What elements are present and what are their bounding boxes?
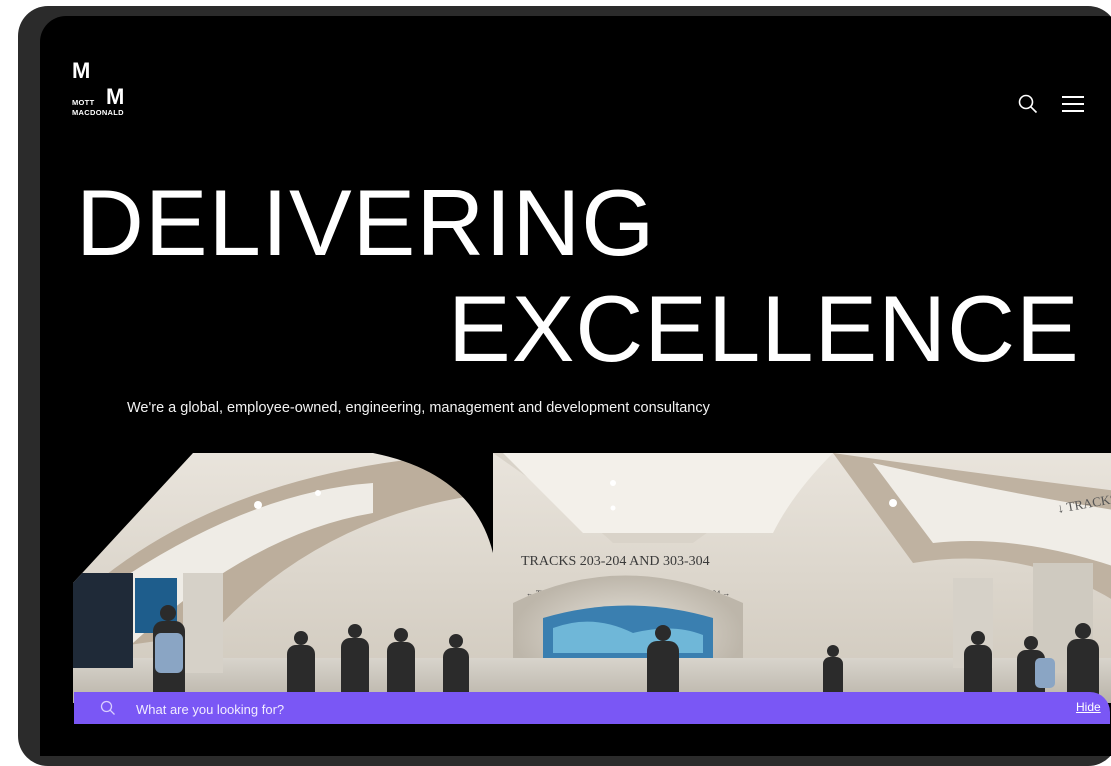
hamburger-menu-icon[interactable] — [1062, 96, 1086, 114]
search-input[interactable] — [134, 698, 1038, 720]
hide-search-link[interactable]: Hide — [1076, 700, 1101, 714]
hero-image: TRACKS 203-204 AND 303-304 ← TRACKS 203-… — [73, 453, 1111, 703]
search-bar-search-icon — [100, 700, 116, 716]
logo-letter-top: M — [72, 58, 91, 83]
device-frame: M M MOTT MACDONALD DELIVERING EXCELLENCE… — [18, 6, 1111, 766]
search-bar: Hide — [74, 692, 1110, 724]
hero-headline-line2: EXCELLENCE — [448, 276, 1080, 381]
hero-subtitle: We're a global, employee-owned, engineer… — [127, 400, 710, 416]
logo-word-mott: MOTT — [72, 98, 95, 107]
sign-main: TRACKS 203-204 AND 303-304 — [521, 554, 710, 569]
logo-letter-bottom: M — [106, 84, 125, 109]
hero-headline-line1: DELIVERING — [76, 170, 656, 275]
search-icon[interactable] — [1018, 94, 1038, 114]
logo-word-macdonald: MACDONALD — [72, 108, 124, 117]
mott-macdonald-logo[interactable]: M M MOTT MACDONALD — [72, 60, 152, 130]
page-screen: M M MOTT MACDONALD DELIVERING EXCELLENCE… — [40, 16, 1111, 756]
